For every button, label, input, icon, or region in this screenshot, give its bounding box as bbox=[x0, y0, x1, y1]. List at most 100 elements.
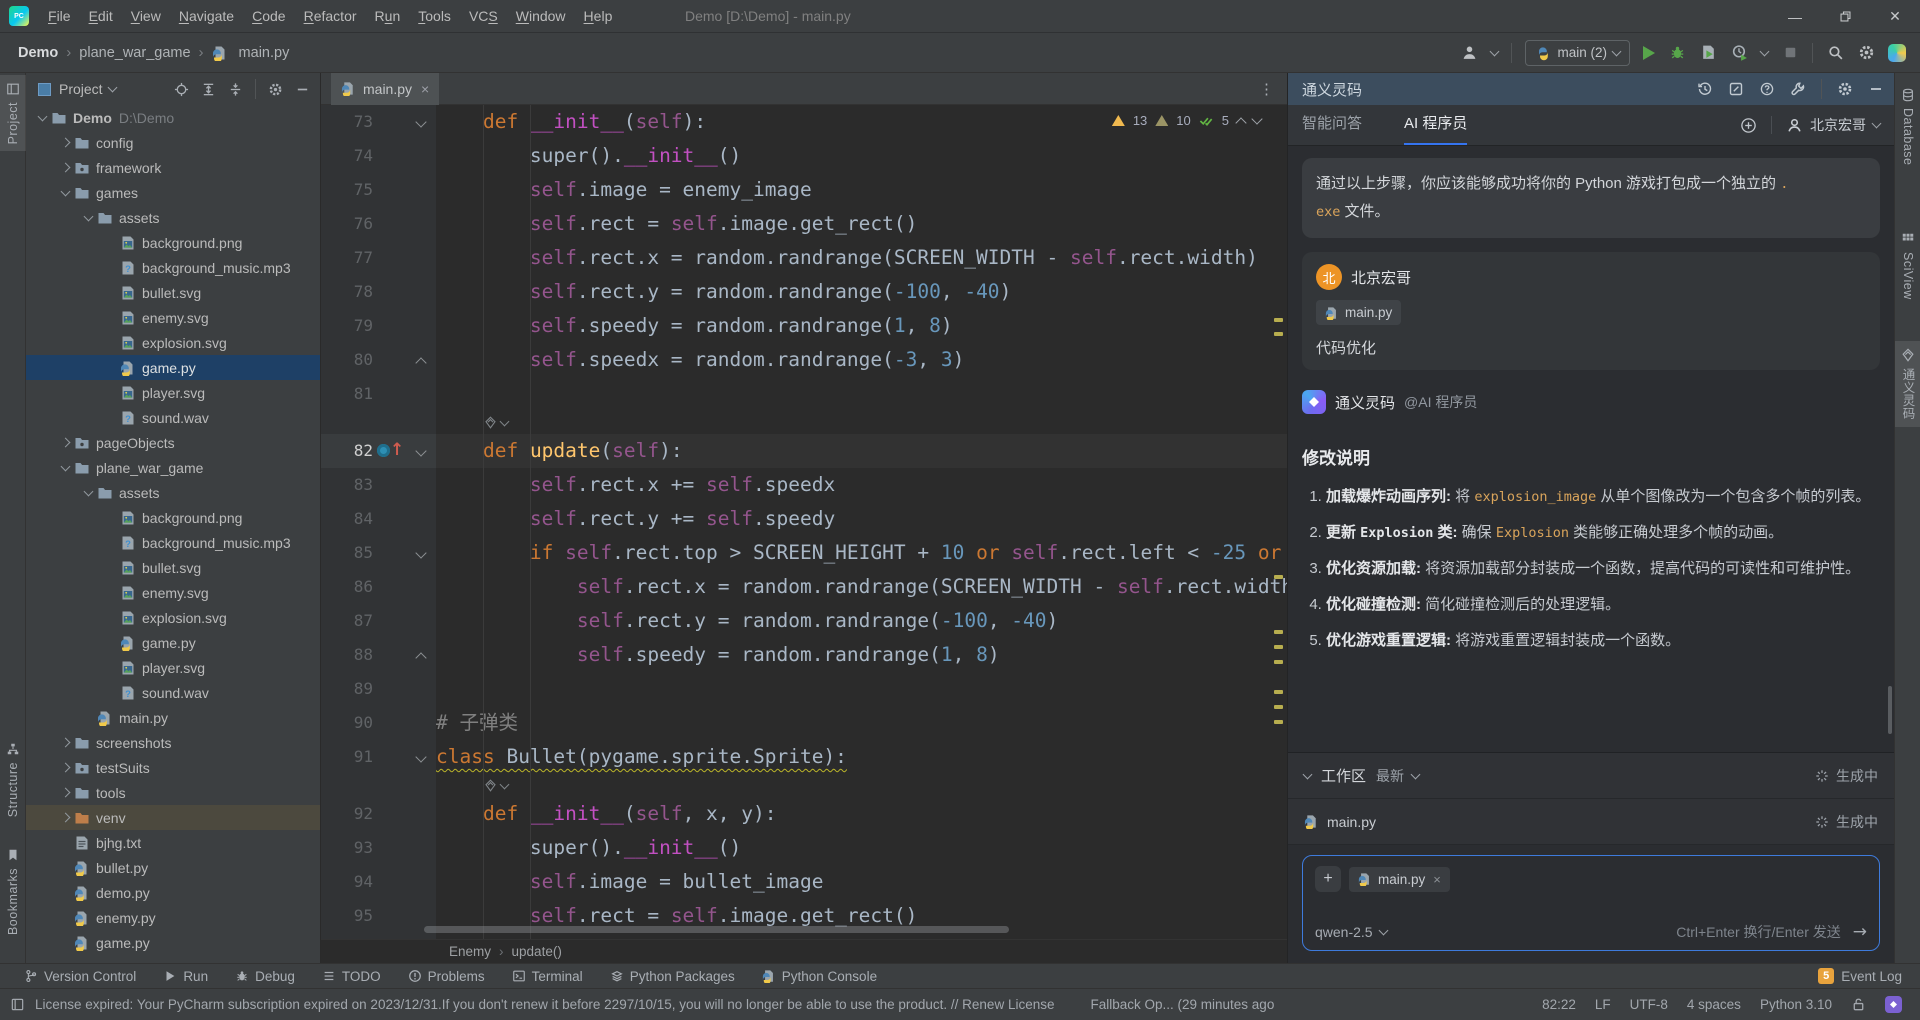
tree-row-bjhg.txt[interactable]: bjhg.txt bbox=[26, 830, 320, 855]
debug-button[interactable] bbox=[1668, 44, 1686, 62]
status-widget-4-spaces[interactable]: 4 spaces bbox=[1687, 997, 1741, 1012]
collapse-icon[interactable] bbox=[1303, 769, 1313, 779]
tree-row-tools[interactable]: tools bbox=[26, 780, 320, 805]
menu-navigate[interactable]: Navigate bbox=[170, 0, 243, 33]
code-text[interactable]: self.rect.x = random.randrange(SCREEN_WI… bbox=[436, 570, 1287, 604]
fold-marker-icon[interactable] bbox=[415, 547, 426, 558]
tree-chevron-icon[interactable] bbox=[57, 466, 74, 470]
gutter-line-85[interactable]: 85 bbox=[321, 536, 436, 570]
expand-all-icon[interactable] bbox=[201, 82, 216, 97]
fallback-notification-text[interactable]: Fallback Op... (29 minutes ago bbox=[1090, 997, 1274, 1012]
gutter-line-88[interactable]: 88 bbox=[321, 638, 436, 672]
tool-window-button-todo[interactable]: TODO bbox=[322, 969, 381, 984]
tree-chevron-icon[interactable] bbox=[57, 139, 74, 146]
tab-close-icon[interactable]: × bbox=[421, 81, 429, 97]
history-icon[interactable] bbox=[1697, 81, 1713, 97]
tree-row-bullet.svg[interactable]: bullet.svg bbox=[26, 555, 320, 580]
panel-settings-gear-icon[interactable] bbox=[268, 82, 283, 97]
tool-window-tab-structure[interactable]: Structure bbox=[0, 735, 26, 824]
breadcrumb-class[interactable]: Enemy bbox=[449, 944, 491, 959]
line-number[interactable]: 80 bbox=[321, 343, 373, 377]
gutter-line-83[interactable]: 83 bbox=[321, 468, 436, 502]
prev-issue-icon[interactable] bbox=[1235, 117, 1246, 128]
tree-row-testSuits[interactable]: testSuits bbox=[26, 755, 320, 780]
tree-chevron-icon[interactable] bbox=[57, 191, 74, 195]
tree-chevron-icon[interactable] bbox=[57, 164, 74, 171]
tree-row-bullet.py[interactable]: bullet.py bbox=[26, 855, 320, 880]
code-text[interactable]: self.rect.y = random.randrange(-100, -40… bbox=[436, 275, 1287, 309]
locate-file-icon[interactable] bbox=[174, 82, 189, 97]
input-file-chip[interactable]: main.py × bbox=[1349, 867, 1450, 892]
model-select[interactable]: qwen-2.5 bbox=[1315, 924, 1387, 940]
new-chat-icon[interactable] bbox=[1728, 81, 1744, 97]
tree-chevron-icon[interactable] bbox=[57, 814, 74, 821]
tree-chevron-icon[interactable] bbox=[80, 216, 97, 220]
tree-row-explosion.svg[interactable]: explosion.svg bbox=[26, 330, 320, 355]
code-text[interactable]: super().__init__() bbox=[436, 139, 1287, 173]
code-text[interactable]: # 子弹类 bbox=[436, 706, 1287, 740]
tab-options-kebab-icon[interactable]: ⋮ bbox=[1259, 80, 1275, 98]
profiler-button[interactable] bbox=[1730, 44, 1748, 62]
code-text[interactable] bbox=[436, 672, 1287, 706]
code-text[interactable] bbox=[436, 377, 1287, 411]
tree-row-pageObjects[interactable]: pageObjects bbox=[26, 430, 320, 455]
gutter-line-79[interactable]: 79 bbox=[321, 309, 436, 343]
warning-stripe-mark[interactable] bbox=[1274, 705, 1283, 709]
line-number[interactable]: 89 bbox=[321, 672, 373, 706]
tree-row-player.svg[interactable]: player.svg bbox=[26, 380, 320, 405]
profiler-dropdown-icon[interactable] bbox=[1760, 46, 1770, 56]
gutter-line-93[interactable]: 93 bbox=[321, 831, 436, 865]
tool-window-button-run[interactable]: Run bbox=[163, 969, 208, 984]
line-number[interactable]: 77 bbox=[321, 241, 373, 275]
tree-row-explosion.svg[interactable]: explosion.svg bbox=[26, 605, 320, 630]
line-number[interactable]: 79 bbox=[321, 309, 373, 343]
tool-window-tab-lingma[interactable]: 通义灵码 bbox=[1895, 341, 1920, 427]
gutter-line-90[interactable]: 90 bbox=[321, 706, 436, 740]
fold-marker-icon[interactable] bbox=[415, 357, 426, 368]
code-text[interactable]: self.image = bullet_image bbox=[436, 865, 1287, 899]
run-marker-icon[interactable] bbox=[377, 444, 390, 457]
tree-chevron-icon[interactable] bbox=[57, 439, 74, 446]
restore-window-icon[interactable] bbox=[1820, 0, 1870, 33]
panel-scrollbar[interactable] bbox=[1888, 686, 1892, 734]
chat-input[interactable]: + main.py × qwen-2.5 Ctrl+E bbox=[1302, 855, 1880, 951]
status-widget-82-22[interactable]: 82:22 bbox=[1542, 997, 1576, 1012]
settings-gear-icon[interactable] bbox=[1857, 44, 1875, 62]
warning-stripe-mark[interactable] bbox=[1274, 332, 1283, 336]
gutter-line-89[interactable]: 89 bbox=[321, 672, 436, 706]
gutter-line-77[interactable]: 77 bbox=[321, 241, 436, 275]
next-issue-icon[interactable] bbox=[1251, 113, 1262, 124]
tree-row-sound.wav[interactable]: ?sound.wav bbox=[26, 680, 320, 705]
stop-button[interactable] bbox=[1781, 44, 1799, 62]
code-text[interactable]: self.rect.y += self.speedy bbox=[436, 502, 1287, 536]
line-number[interactable]: 92 bbox=[321, 797, 373, 831]
workspace-header-row[interactable]: 工作区 最新 生成中 bbox=[1288, 753, 1894, 799]
breadcrumb-item-Demo[interactable]: Demo bbox=[18, 45, 58, 61]
tree-row-games[interactable]: games bbox=[26, 180, 320, 205]
line-number[interactable]: 91 bbox=[321, 740, 373, 774]
menu-view[interactable]: View bbox=[122, 0, 170, 33]
tab-ai-programmer[interactable]: AI 程序员 bbox=[1404, 105, 1467, 145]
tree-row-framework[interactable]: framework bbox=[26, 155, 320, 180]
chat-content[interactable]: 通过以上步骤，你应该能够成功将你的 Python 游戏打包成一个独立的 .exe… bbox=[1288, 146, 1894, 752]
tree-row-demo.py[interactable]: demo.py bbox=[26, 880, 320, 905]
status-widget-UTF-8[interactable]: UTF-8 bbox=[1630, 997, 1668, 1012]
line-number[interactable]: 85 bbox=[321, 536, 373, 570]
line-number[interactable]: 90 bbox=[321, 706, 373, 740]
line-number[interactable]: 84 bbox=[321, 502, 373, 536]
tree-row-assets[interactable]: assets bbox=[26, 480, 320, 505]
horizontal-scrollbar[interactable] bbox=[424, 926, 1009, 933]
fold-marker-icon[interactable] bbox=[415, 116, 426, 127]
workspace-filter[interactable]: 最新 bbox=[1376, 766, 1404, 786]
wrench-icon[interactable] bbox=[1790, 81, 1806, 97]
event-log-button[interactable]: 5Event Log bbox=[1818, 968, 1920, 984]
tree-row-enemy.svg[interactable]: enemy.svg bbox=[26, 305, 320, 330]
gutter-line-91[interactable]: 91 bbox=[321, 740, 436, 774]
gutter-line-92[interactable]: 92 bbox=[321, 797, 436, 831]
code-editor-area[interactable]: 73 def __init__(self):74 super().__init_… bbox=[321, 105, 1287, 963]
line-number[interactable]: 73 bbox=[321, 105, 373, 139]
line-number[interactable]: 78 bbox=[321, 275, 373, 309]
tree-row-plane_war_game[interactable]: plane_war_game bbox=[26, 455, 320, 480]
warning-stripe-mark[interactable] bbox=[1274, 660, 1283, 664]
code-text[interactable]: def update(self): bbox=[436, 434, 1287, 468]
